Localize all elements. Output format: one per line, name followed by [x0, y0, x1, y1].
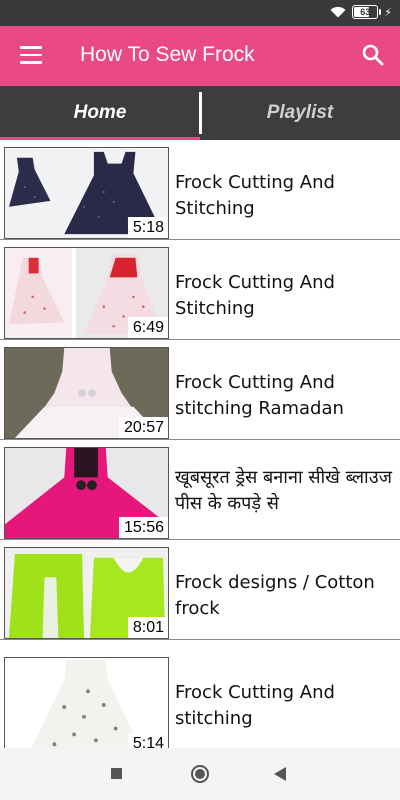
video-duration: 15:56	[118, 517, 168, 538]
video-thumbnail[interactable]: 5:18	[4, 147, 169, 239]
search-icon[interactable]	[360, 42, 386, 68]
status-icons: 63 ⚡	[330, 5, 392, 19]
home-icon[interactable]	[191, 765, 209, 783]
video-item[interactable]: 5:14 Frock Cutting And stitching	[0, 650, 400, 748]
video-title: Frock Cutting And stitching Ramadan	[175, 372, 344, 419]
app-bar: How To Sew Frock	[0, 26, 400, 86]
battery-level: 63	[360, 7, 371, 17]
video-duration: 5:18	[127, 217, 168, 238]
system-nav-bar	[0, 748, 400, 800]
video-title: Frock Cutting And Stitching	[175, 172, 335, 219]
battery-icon: 63	[352, 5, 382, 19]
video-thumbnail[interactable]: 6:49	[4, 247, 169, 339]
video-thumbnail[interactable]: 8:01	[4, 547, 169, 639]
menu-icon[interactable]	[20, 46, 42, 64]
video-item[interactable]: 20:57 Frock Cutting And stitching Ramada…	[0, 340, 400, 440]
tab-home[interactable]: Home	[0, 86, 200, 140]
video-title: Frock designs / Cotton frock	[175, 572, 375, 619]
tab-bar: Home Playlist	[0, 86, 400, 140]
video-item[interactable]: 5:18 Frock Cutting And Stitching	[0, 140, 400, 240]
video-duration: 8:01	[127, 617, 168, 638]
video-thumbnail[interactable]: 20:57	[4, 347, 169, 439]
video-title: Frock Cutting And Stitching	[175, 272, 335, 319]
video-thumbnail[interactable]: 5:14	[4, 657, 169, 748]
video-item[interactable]: 6:49 Frock Cutting And Stitching	[0, 240, 400, 340]
video-item[interactable]: 15:56 खूबसूरत ड्रेस बनाना सीखे ब्लाउज पी…	[0, 440, 400, 540]
video-list[interactable]: 5:18 Frock Cutting And Stitching 6:49 Fr…	[0, 140, 400, 748]
back-icon[interactable]	[274, 767, 286, 781]
video-duration: 6:49	[127, 317, 168, 338]
recents-icon[interactable]	[111, 768, 122, 779]
status-bar: 63 ⚡	[0, 0, 400, 26]
wifi-icon	[330, 6, 346, 18]
video-duration: 5:14	[127, 733, 168, 748]
video-title: खूबसूरत ड्रेस बनाना सीखे ब्लाउज पीस के क…	[175, 467, 392, 514]
charging-bolt-icon: ⚡	[384, 6, 392, 19]
video-title: Frock Cutting And stitching	[175, 682, 335, 729]
video-duration: 20:57	[118, 417, 168, 438]
app-title: How To Sew Frock	[80, 43, 255, 66]
tab-playlist[interactable]: Playlist	[200, 86, 400, 140]
video-item[interactable]: 8:01 Frock designs / Cotton frock	[0, 540, 400, 640]
video-thumbnail[interactable]: 15:56	[4, 447, 169, 539]
